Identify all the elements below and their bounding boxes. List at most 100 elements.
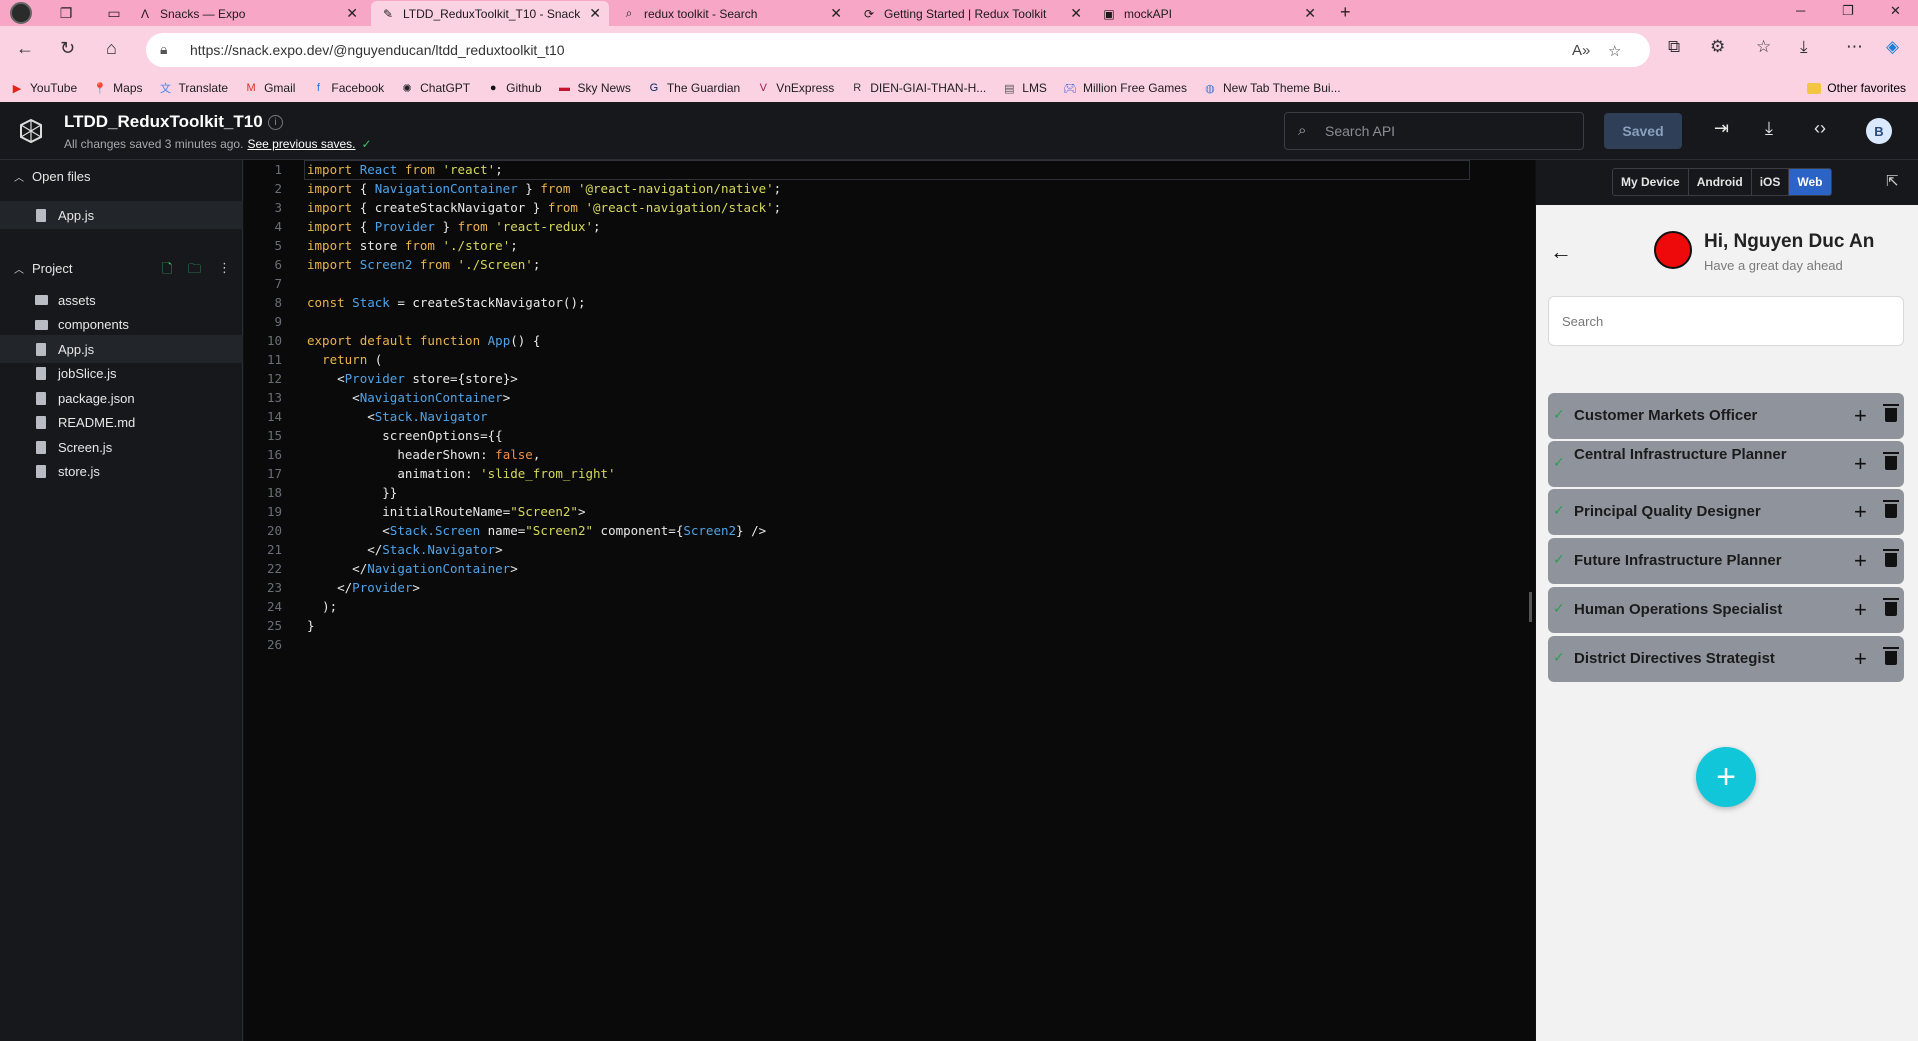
check-icon[interactable]: ✓ [1553, 454, 1565, 471]
search-api-input[interactable]: ⌕ Search API [1284, 112, 1584, 150]
job-card[interactable]: ✓ Principal Quality Designer + [1548, 489, 1904, 535]
code-line[interactable]: 3 import { createStackNavigator } from '@… [244, 198, 1535, 217]
bookmark-dien-giai-than-h[interactable]: R DIEN-GIAI-THAN-H... [850, 81, 986, 95]
workspaces-icon[interactable]: ❐ [54, 3, 78, 23]
code-line[interactable]: 7 [244, 274, 1535, 293]
restore-icon[interactable]: ❐ [1842, 3, 1854, 19]
info-icon[interactable]: i [268, 115, 283, 130]
extensions-icon[interactable]: ⚙ [1710, 37, 1725, 57]
check-icon[interactable]: ✓ [1553, 600, 1565, 617]
bookmark-chatgpt[interactable]: ✺ ChatGPT [400, 81, 471, 95]
copilot-icon[interactable]: ◈ [1886, 37, 1899, 57]
trash-icon[interactable] [1883, 452, 1899, 470]
check-icon[interactable]: ✓ [1553, 649, 1565, 666]
add-job-button[interactable]: + [1696, 747, 1756, 807]
project-header[interactable]: ︿ Project [0, 254, 243, 282]
embed-code-icon[interactable]: ‹› [1814, 118, 1826, 139]
plus-icon[interactable]: + [1854, 548, 1867, 574]
code-editor[interactable]: 1 import React from 'react'; 2 import { Nav… [244, 160, 1535, 1041]
saved-button[interactable]: Saved [1604, 113, 1682, 149]
code-line[interactable]: 23 </Provider> [244, 578, 1535, 597]
code-line[interactable]: 18 }} [244, 483, 1535, 502]
code-line[interactable]: 14 <Stack.Navigator [244, 407, 1535, 426]
more-menu-icon[interactable]: ⋯ [1846, 37, 1863, 57]
browser-tab[interactable]: ✎ LTDD_ReduxToolkit_T10 - Snack ✕ [371, 1, 609, 26]
open-files-header[interactable]: ︿ Open files [0, 162, 243, 190]
code-line[interactable]: 24 ); [244, 597, 1535, 616]
code-line[interactable]: 21 </Stack.Navigator> [244, 540, 1535, 559]
trash-icon[interactable] [1883, 404, 1899, 422]
close-tab-icon[interactable]: ✕ [830, 5, 842, 22]
code-line[interactable]: 11 return ( [244, 350, 1535, 369]
trash-icon[interactable] [1883, 598, 1899, 616]
project-file[interactable]: store.js [0, 458, 243, 486]
bookmark-maps[interactable]: 📍 Maps [93, 81, 142, 95]
bookmark-translate[interactable]: 文 Translate [159, 81, 228, 95]
new-file-icon[interactable]: 🗋 [162, 260, 172, 282]
code-line[interactable]: 22 </NavigationContainer> [244, 559, 1535, 578]
code-line[interactable]: 13 <NavigationContainer> [244, 388, 1535, 407]
job-card[interactable]: ✓ District Directives Strategist + [1548, 636, 1904, 682]
job-search-input[interactable]: Search [1548, 296, 1904, 346]
code-line[interactable]: 16 headerShown: false, [244, 445, 1535, 464]
device-tab-ios[interactable]: iOS [1752, 169, 1790, 195]
downloads-icon[interactable]: ⤓ [1800, 37, 1808, 57]
code-line[interactable]: 17 animation: 'slide_from_right' [244, 464, 1535, 483]
job-card[interactable]: ✓ Central Infrastructure Planner + [1548, 441, 1904, 487]
other-favorites[interactable]: Other favorites [1807, 81, 1906, 95]
see-previous-saves-link[interactable]: See previous saves. [247, 137, 355, 151]
check-icon[interactable]: ✓ [1553, 406, 1565, 423]
code-line[interactable]: 6 import Screen2 from './Screen'; [244, 255, 1535, 274]
check-icon[interactable]: ✓ [1553, 551, 1565, 568]
close-tab-icon[interactable]: ✕ [1304, 5, 1316, 22]
bookmark-facebook[interactable]: f Facebook [311, 81, 384, 95]
trash-icon[interactable] [1883, 500, 1899, 518]
favorite-star-icon[interactable]: ☆ [1608, 42, 1621, 60]
minimize-icon[interactable]: ─ [1796, 3, 1805, 18]
browser-tab[interactable]: ⟳ Getting Started | Redux Toolkit ✕ [852, 1, 1090, 26]
code-line[interactable]: 1 import React from 'react'; [244, 160, 1535, 179]
bookmark-new-tab-theme-bui[interactable]: ◍ New Tab Theme Bui... [1203, 81, 1340, 95]
job-card[interactable]: ✓ Customer Markets Officer + [1548, 393, 1904, 439]
code-line[interactable]: 10 export default function App() { [244, 331, 1535, 350]
plus-icon[interactable]: + [1854, 646, 1867, 672]
browser-tab[interactable]: ▣ mockAPI ✕ [1092, 1, 1324, 26]
code-line[interactable]: 2 import { NavigationContainer } from '@r… [244, 179, 1535, 198]
close-tab-icon[interactable]: ✕ [346, 5, 358, 22]
code-line[interactable]: 26 [244, 635, 1535, 654]
device-tab-android[interactable]: Android [1689, 169, 1752, 195]
plus-icon[interactable]: + [1854, 451, 1867, 477]
browser-tab[interactable]: Λ Snacks — Expo ✕ [128, 1, 366, 26]
back-arrow-icon[interactable]: ← [16, 38, 34, 59]
refresh-icon[interactable]: ↻ [60, 38, 75, 59]
trash-icon[interactable] [1883, 647, 1899, 665]
code-line[interactable]: 25} [244, 616, 1535, 635]
popout-icon[interactable]: ⇱ [1886, 172, 1899, 190]
job-card[interactable]: ✓ Human Operations Specialist + [1548, 587, 1904, 633]
tab-actions-icon[interactable]: ▭ [102, 3, 126, 23]
code-line[interactable]: 4 import { Provider } from 'react-redux'; [244, 217, 1535, 236]
new-folder-icon[interactable]: 🗀 [188, 260, 201, 282]
bookmark-youtube[interactable]: ▶ YouTube [10, 81, 77, 95]
code-line[interactable]: 19 initialRouteName="Screen2"> [244, 502, 1535, 521]
bookmark-sky-news[interactable]: ▬ Sky News [558, 81, 631, 95]
job-card[interactable]: ✓ Future Infrastructure Planner + [1548, 538, 1904, 584]
user-avatar[interactable]: B [1866, 118, 1892, 144]
code-line[interactable]: 8 const Stack = createStackNavigator(); [244, 293, 1535, 312]
open-in-device-icon[interactable]: ⇥ [1714, 118, 1729, 139]
bookmark-vnexpress[interactable]: V VnExpress [756, 81, 835, 95]
project-title[interactable]: LTDD_ReduxToolkit_T10 [64, 112, 263, 132]
bookmark-github[interactable]: ● Github [486, 81, 542, 95]
code-line[interactable]: 5 import store from './store'; [244, 236, 1535, 255]
browser-profile-avatar[interactable] [10, 2, 32, 24]
code-line[interactable]: 12 <Provider store={store}> [244, 369, 1535, 388]
split-screen-icon[interactable]: ⧉ [1668, 37, 1680, 57]
close-window-icon[interactable]: ✕ [1890, 3, 1901, 19]
close-tab-icon[interactable]: ✕ [1070, 5, 1082, 22]
code-line[interactable]: 20 <Stack.Screen name="Screen2" componen… [244, 521, 1535, 540]
bookmark-million-free-games[interactable]: 🎮︎ Million Free Games [1063, 81, 1187, 95]
bookmark-the-guardian[interactable]: G The Guardian [647, 81, 741, 95]
home-icon[interactable]: ⌂ [106, 38, 117, 59]
browser-tab[interactable]: ⌕ redux toolkit - Search ✕ [612, 1, 850, 26]
close-tab-icon[interactable]: ✕ [589, 5, 601, 22]
